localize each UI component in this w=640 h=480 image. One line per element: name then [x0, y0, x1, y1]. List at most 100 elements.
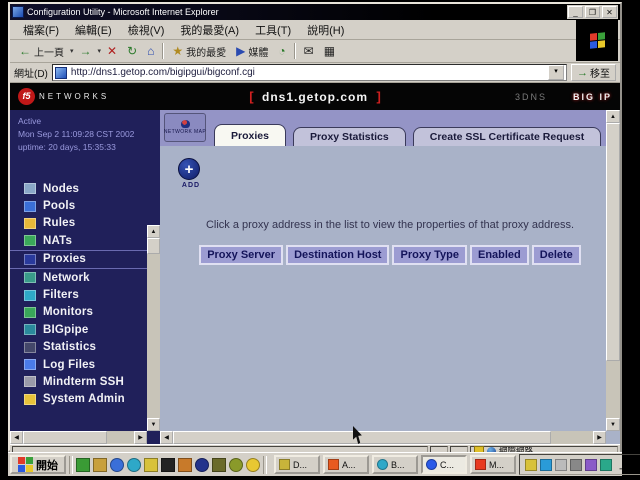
link-bigip[interactable]: BIG IP [573, 92, 612, 102]
sidebar-item-system-admin[interactable]: System Admin [10, 391, 160, 408]
sidebar-item-filters[interactable]: Filters [10, 286, 160, 303]
sidebar-item-nats[interactable]: NATs [10, 232, 160, 249]
sidebar-item-log-files[interactable]: Log Files [10, 356, 160, 373]
quick-launch-icon-8[interactable] [195, 458, 209, 472]
menu-item-file[interactable]: 檔案(F) [16, 21, 66, 39]
scroll-down-button[interactable]: ▼ [606, 418, 620, 431]
main-horizontal-scrollbar[interactable]: ◀ ▶ [160, 431, 606, 444]
tab-proxies[interactable]: Proxies [214, 124, 286, 146]
address-url[interactable]: http://dns1.getop.com/bigipgui/bigconf.c… [71, 67, 548, 78]
quick-launch-icon-4[interactable] [127, 458, 141, 472]
mail-button[interactable]: ✉ [299, 41, 319, 61]
link-3dns[interactable]: 3DNS [515, 92, 547, 102]
quick-launch-icon-6[interactable] [161, 458, 175, 472]
forward-button[interactable]: → [75, 41, 97, 61]
scroll-right-button[interactable]: ▶ [593, 431, 606, 444]
back-dropdown-icon[interactable]: ▾ [70, 47, 74, 55]
system-status: Active Mon Sep 2 11:09:28 CST 2002 uptim… [10, 110, 160, 154]
scrollbar-thumb[interactable] [23, 431, 107, 444]
stop-button[interactable]: ✕ [102, 41, 122, 61]
start-button[interactable]: 開始 [10, 455, 66, 474]
sidebar-item-proxies[interactable]: Proxies [10, 250, 160, 269]
add-button-label: ADD [178, 182, 204, 189]
scroll-down-button[interactable]: ▼ [147, 418, 160, 431]
scrollbar-thumb[interactable] [606, 123, 620, 361]
quick-launch-icon-10[interactable] [229, 458, 243, 472]
add-proxy-button[interactable]: + [178, 158, 200, 180]
quick-launch-icon-3[interactable] [110, 458, 124, 472]
bracket-close: ] [376, 89, 380, 104]
tray-icon-5[interactable] [585, 459, 597, 471]
column-header-enabled: Enabled [470, 245, 529, 265]
sidebar-item-statistics[interactable]: Statistics [10, 339, 160, 356]
banner-links: 3DNS BIG IP [515, 92, 612, 102]
history-button[interactable]: ◔ [273, 41, 290, 61]
sidebar-item-nodes[interactable]: Nodes [10, 180, 160, 197]
task-button-2[interactable]: A... [323, 455, 369, 474]
menu-item-help[interactable]: 說明(H) [300, 21, 351, 39]
navigation-sidebar: Active Mon Sep 2 11:09:28 CST 2002 uptim… [10, 110, 160, 444]
sidebar-item-rules[interactable]: Rules [10, 215, 160, 232]
scroll-left-button[interactable]: ◀ [10, 431, 23, 444]
address-input[interactable]: http://dns1.getop.com/bigipgui/bigconf.c… [52, 64, 567, 81]
task-button-3[interactable]: B... [372, 455, 418, 474]
tab-create-ssl-certificate-request[interactable]: Create SSL Certificate Request [413, 127, 601, 146]
network-icon [24, 272, 36, 283]
sidebar-item-monitors[interactable]: Monitors [10, 304, 160, 321]
start-windows-flag-icon [18, 457, 33, 472]
scrollbar-thumb[interactable] [173, 431, 551, 444]
quick-launch-icon-9[interactable] [212, 458, 226, 472]
home-button[interactable]: ⌂ [142, 41, 159, 61]
toolbar-separator [162, 43, 164, 59]
quick-launch-icon-1[interactable] [76, 458, 90, 472]
tray-icon-6[interactable] [600, 459, 612, 471]
sidebar-item-network[interactable]: Network [10, 269, 160, 286]
refresh-button[interactable]: ↻ [122, 41, 142, 61]
sidebar-horizontal-scrollbar[interactable]: ◀ ▶ [10, 431, 147, 444]
title-bar[interactable]: Configuration Utility - Microsoft Intern… [10, 4, 620, 20]
sidebar-menu: Nodes Pools Rules NATs Proxies [10, 180, 160, 408]
forward-dropdown-icon[interactable]: ▾ [98, 47, 102, 55]
go-button[interactable]: → 移至 [571, 64, 616, 81]
tray-icon-1[interactable] [525, 459, 537, 471]
quick-launch-icon-7[interactable] [178, 458, 192, 472]
tray-icon-4[interactable] [570, 459, 582, 471]
restore-button[interactable]: ❐ [585, 6, 600, 18]
network-map-icon [181, 120, 190, 128]
main-vertical-scrollbar[interactable]: ▲ ▼ [606, 110, 620, 431]
filters-icon [24, 290, 36, 301]
hostname: dns1.getop.com [258, 90, 372, 104]
scroll-up-button[interactable]: ▲ [147, 225, 160, 238]
task-button-5[interactable]: M... [470, 455, 516, 474]
scroll-right-button[interactable]: ▶ [134, 431, 147, 444]
quick-launch-icon-11[interactable] [246, 458, 260, 472]
quick-launch-icon-5[interactable] [144, 458, 158, 472]
close-button[interactable]: ✕ [602, 6, 617, 18]
scroll-left-button[interactable]: ◀ [160, 431, 173, 444]
scroll-up-button[interactable]: ▲ [606, 110, 620, 123]
print-button[interactable]: ▦ [319, 41, 340, 61]
system-tray: 上午 11:00 [519, 454, 640, 475]
tray-icon-3[interactable] [555, 459, 567, 471]
address-dropdown-icon[interactable]: ▾ [548, 65, 564, 80]
menu-item-tools[interactable]: 工具(T) [248, 21, 298, 39]
menu-item-favorites[interactable]: 我的最愛(A) [173, 21, 246, 39]
task-button-4[interactable]: C... [421, 455, 467, 474]
minimize-button[interactable]: _ [568, 6, 583, 18]
sidebar-item-mindterm-ssh[interactable]: Mindterm SSH [10, 373, 160, 390]
sidebar-item-pools[interactable]: Pools [10, 197, 160, 214]
back-button[interactable]: ← 上一頁 [14, 41, 69, 61]
menu-item-view[interactable]: 檢視(V) [121, 21, 172, 39]
tab-proxy-statistics[interactable]: Proxy Statistics [293, 127, 406, 146]
task-button-1[interactable]: D... [274, 455, 320, 474]
sidebar-item-bigpipe[interactable]: BIGpipe [10, 321, 160, 338]
network-map-button[interactable]: NETWORK MAP [164, 113, 206, 142]
tray-icon-2[interactable] [540, 459, 552, 471]
media-button[interactable]: ▶ 媒體 [231, 41, 273, 61]
sidebar-vertical-scrollbar[interactable]: ▲ ▼ [147, 225, 160, 431]
quick-launch-icon-2[interactable] [93, 458, 107, 472]
go-icon: → [577, 67, 588, 79]
favorites-button[interactable]: ★ 我的最愛 [167, 41, 231, 61]
menu-item-edit[interactable]: 編輯(E) [68, 21, 119, 39]
scrollbar-thumb[interactable] [147, 238, 160, 254]
